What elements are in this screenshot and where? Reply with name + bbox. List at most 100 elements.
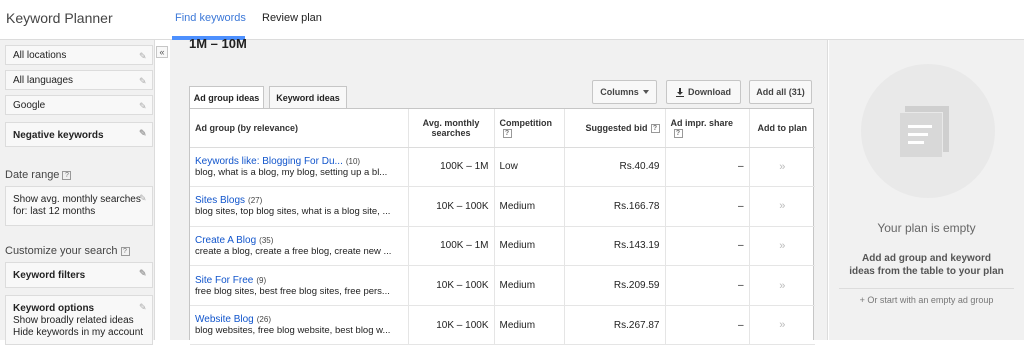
locations-label: All locations [13, 50, 67, 61]
searches-cell: 10K – 100K [408, 265, 495, 306]
languages-label: All languages [13, 75, 74, 86]
negative-keywords-setting[interactable]: Negative keywords ✎ [5, 122, 153, 147]
ad-group-link[interactable]: Sites Blogs [195, 195, 245, 206]
add-to-plan-button[interactable]: » [749, 186, 815, 227]
add-to-plan-button[interactable]: » [749, 226, 815, 267]
table-header-row: Ad group (by relevance) Avg. monthly sea… [190, 109, 815, 148]
document-icon [899, 112, 943, 158]
keyword-options-label: Keyword options [13, 303, 95, 314]
ad-group-keywords: blog websites, free blog website, best b… [195, 325, 391, 337]
download-icon [676, 87, 684, 97]
top-bar: Keyword Planner Find keywords Review pla… [0, 0, 1024, 40]
keyword-count: (26) [256, 315, 271, 325]
pencil-icon: ✎ [139, 76, 147, 86]
main-panel: 1M – 10M Columns Download Add all (31) A… [170, 36, 828, 345]
keyword-filters-setting[interactable]: Keyword filters ✎ [5, 262, 153, 288]
ad-group-cell: Keywords like: Blogging For Du... (10) bl… [190, 147, 409, 188]
ad-group-keywords: blog sites, top blog sites, what is a bl… [195, 206, 391, 218]
tab-find-keywords[interactable]: Find keywords [175, 12, 246, 24]
bid-cell: Rs.209.59 [564, 265, 666, 306]
bid-cell: Rs.143.19 [564, 226, 666, 267]
help-icon[interactable]: ? [650, 123, 660, 133]
table-row: Sites Blogs (27) blog sites, top blog sit… [190, 186, 815, 227]
start-empty-ad-group-link[interactable]: + Or start with an empty ad group [829, 295, 1024, 305]
help-icon[interactable]: ? [120, 247, 130, 256]
share-cell: – [665, 226, 750, 267]
search-volume-range: 1M – 10M [189, 36, 247, 51]
competition-cell: Medium [494, 186, 565, 227]
subtab-ad-group-ideas[interactable]: Ad group ideas [189, 86, 264, 109]
negative-keywords-label: Negative keywords [13, 130, 104, 141]
plan-empty-title: Your plan is empty [877, 221, 976, 235]
network-label: Google [13, 100, 46, 111]
ad-group-cell: Sites Blogs (27) blog sites, top blog sit… [190, 186, 409, 227]
col-competition[interactable]: Competition? [494, 109, 565, 148]
collapse-sidebar-button[interactable]: « [156, 46, 168, 58]
competition-cell: Low [494, 147, 565, 188]
keyword-options-line: Show broadly related ideas [13, 315, 134, 326]
bid-cell: Rs.166.78 [564, 186, 666, 227]
sidebar: All locations ✎ All languages ✎ Google ✎… [0, 40, 155, 345]
keyword-options-line: Hide keywords in my account [13, 327, 144, 338]
chevron-down-icon [642, 90, 649, 94]
share-cell: – [665, 305, 750, 345]
languages-setting[interactable]: All languages ✎ [5, 70, 153, 90]
col-ad-impr-share[interactable]: Ad impr. share? [665, 109, 750, 148]
tab-review-plan[interactable]: Review plan [262, 12, 322, 24]
table-row: Create A Blog (35) create a blog, create … [190, 226, 815, 267]
table-row: Website Blog (26) blog websites, free blo… [190, 305, 815, 345]
col-searches[interactable]: Avg. monthly searches [408, 109, 495, 148]
ad-group-cell: Website Blog (26) blog websites, free blo… [190, 305, 409, 345]
col-suggested-bid[interactable]: Suggested bid? [564, 109, 666, 148]
ad-group-link[interactable]: Keywords like: Blogging For Du... [195, 156, 343, 167]
share-cell: – [665, 147, 750, 188]
keyword-count: (9) [256, 275, 267, 285]
pencil-icon: ✎ [139, 302, 147, 312]
add-to-plan-button[interactable]: » [749, 147, 815, 188]
date-range-setting[interactable]: Show avg. monthly searches for: last 12 … [5, 186, 153, 226]
ad-group-link[interactable]: Site For Free [195, 275, 253, 286]
share-cell: – [665, 186, 750, 227]
ad-group-link[interactable]: Create A Blog [195, 235, 256, 246]
divider [839, 288, 1014, 289]
searches-cell: 10K – 100K [408, 305, 495, 345]
ad-group-link[interactable]: Website Blog [195, 314, 254, 325]
ad-group-keywords: free blog sites, best free blog sites, f… [195, 285, 390, 297]
add-all-button[interactable]: Add all (31) [749, 80, 812, 104]
col-ad-group[interactable]: Ad group (by relevance) [190, 109, 409, 148]
competition-cell: Medium [494, 305, 565, 345]
download-label: Download [688, 87, 731, 97]
add-to-plan-button[interactable]: » [749, 305, 815, 345]
share-cell: – [665, 265, 750, 306]
locations-setting[interactable]: All locations ✎ [5, 45, 153, 65]
app-title: Keyword Planner [6, 10, 113, 26]
ad-group-cell: Create A Blog (35) create a blog, create … [190, 226, 409, 267]
help-icon[interactable]: ? [673, 128, 683, 138]
columns-button[interactable]: Columns [592, 80, 657, 104]
network-setting[interactable]: Google ✎ [5, 95, 153, 115]
pencil-icon: ✎ [139, 268, 147, 278]
bid-cell: Rs.267.87 [564, 305, 666, 345]
keyword-count: (27) [248, 196, 263, 206]
plan-panel: Your plan is empty Add ad group and keyw… [829, 40, 1024, 340]
searches-cell: 10K – 100K [408, 186, 495, 227]
add-to-plan-button[interactable]: » [749, 265, 815, 306]
help-icon[interactable]: ? [62, 171, 72, 180]
searches-cell: 100K – 1M [408, 147, 495, 188]
ad-group-cell: Site For Free (9) free blog sites, best f… [190, 265, 409, 306]
help-icon[interactable]: ? [502, 128, 512, 138]
keyword-count: (35) [259, 235, 274, 245]
add-all-label: Add all (31) [756, 87, 805, 97]
ad-group-keywords: create a blog, create a free blog, creat… [195, 245, 392, 257]
download-button[interactable]: Download [666, 80, 741, 104]
subtab-keyword-ideas[interactable]: Keyword ideas [269, 86, 347, 108]
customize-heading: Customize your search? [5, 245, 130, 257]
date-range-heading: Date range? [5, 169, 72, 181]
table-row: Keywords like: Blogging For Du... (10) bl… [190, 147, 815, 188]
competition-cell: Medium [494, 265, 565, 306]
competition-cell: Medium [494, 226, 565, 267]
pencil-icon: ✎ [139, 193, 147, 203]
table-row: Site For Free (9) free blog sites, best f… [190, 265, 815, 306]
keyword-options-setting[interactable]: Keyword options Show broadly related ide… [5, 295, 153, 345]
keyword-filters-label: Keyword filters [13, 270, 86, 281]
